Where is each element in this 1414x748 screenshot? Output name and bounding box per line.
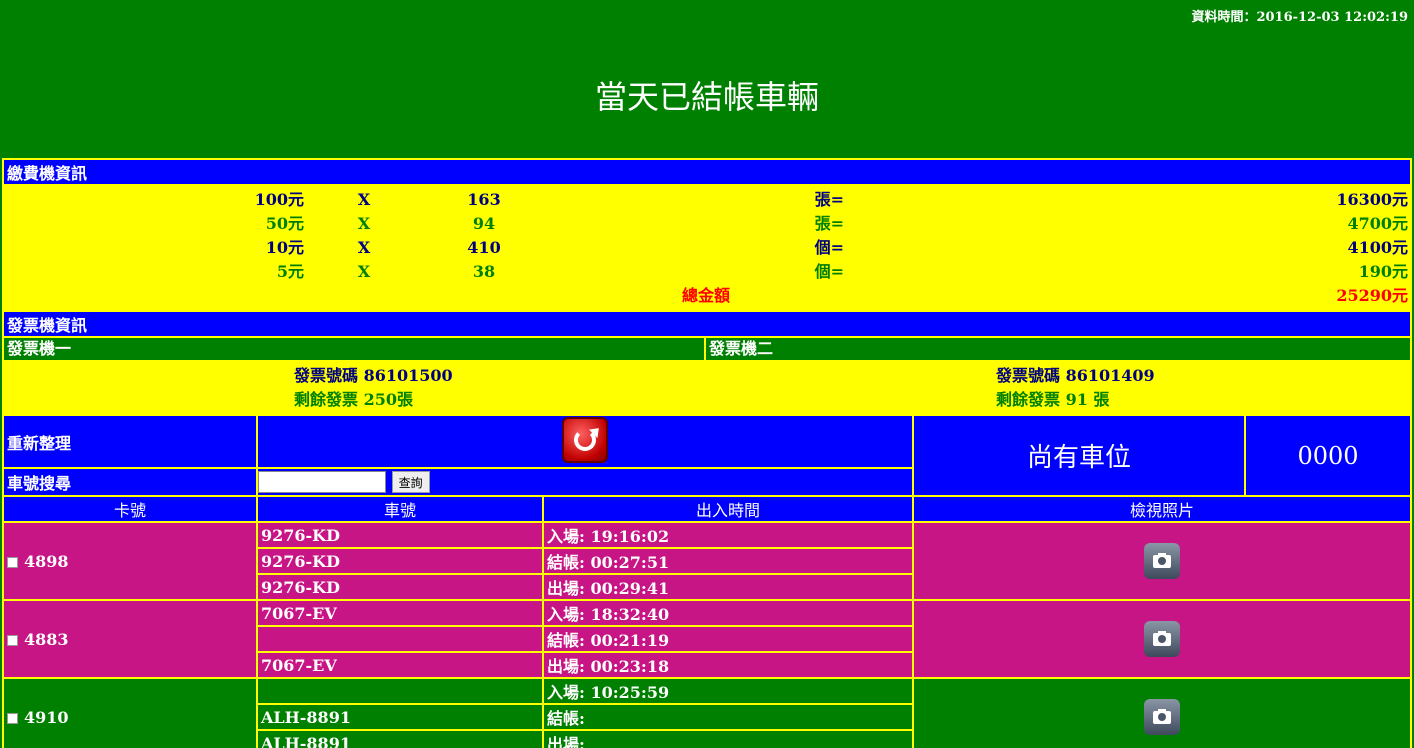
camera-icon[interactable] [1144,543,1181,579]
record-checkbox[interactable] [7,556,18,568]
payment-multiply-sign: X [357,262,371,281]
header-plate: 車號 [256,495,544,523]
ticket-machine-details: 發票號碼 86101500 發票號碼 86101409 剩餘發票 250張 剩餘… [1,360,1413,416]
payment-denomination: 10元 [265,238,304,257]
photo-cell [911,599,1413,679]
payment-multiply-sign: X [357,238,371,257]
data-timestamp: 資料時間：2016-12-03 12:02:19 [1191,10,1408,25]
refresh-label: 重新整理 [2,414,258,469]
payment-total-amount: 25290元 [1336,286,1408,305]
time-cell: 結帳: [542,703,914,731]
payment-unit: 張= [814,190,844,209]
refresh-cell [256,414,914,469]
page-title: 當天已結帳車輛 [594,78,819,116]
ticket-machine-names: 發票機一 發票機二 [1,336,1413,362]
payment-denomination: 100元 [254,190,304,209]
payment-count: 38 [472,262,496,281]
payment-amount: 4700元 [1347,214,1408,233]
payment-count: 94 [472,214,496,233]
camera-icon[interactable] [1144,621,1181,657]
payment-amount: 190元 [1358,262,1408,281]
time-cell: 出場: 00:29:41 [542,573,914,601]
ticket-machine-1-number: 發票號碼 86101500 [294,366,453,385]
plate-cell [256,625,544,653]
plate-search-cell: 查詢 [256,467,914,497]
main-table: 繳費機資訊 100元 X 163 張= 16300元 50元 X 94 張= 4700元 10元 X 4… [1,158,1413,748]
payment-amount: 4100元 [1347,238,1408,257]
payment-count: 410 [467,238,501,257]
payment-denomination: 50元 [265,214,304,233]
plate-cell: 7067-EV [256,651,544,679]
search-button[interactable]: 查詢 [391,471,430,493]
payment-multiply-sign: X [357,190,371,209]
payment-unit: 張= [814,214,844,233]
card-number: 4910 [24,707,69,727]
plate-search-label: 車號搜尋 [2,467,258,497]
time-cell: 出場: [542,729,914,748]
payment-unit: 個= [814,238,844,257]
header-time: 出入時間 [542,495,914,523]
table-row: 4910 入場: 10:25:59 [2,677,1413,748]
plate-cell: 9276-KD [256,547,544,575]
payment-multiply-sign: X [357,214,371,233]
table-row: 4898 9276-KD 入場: 19:16:02 [2,521,1413,601]
time-cell: 入場: 18:32:40 [542,599,914,627]
plate-cell: 7067-EV [256,599,544,627]
card-number-cell: 4910 [2,677,258,748]
ticket-machine-2-remaining: 剩餘發票 91 張 [996,390,1110,409]
time-cell: 入場: 19:16:02 [542,521,914,549]
available-spaces-label: 尚有車位 [912,414,1246,497]
card-number: 4883 [24,629,69,649]
ticket-machine-1-name: 發票機一 [5,339,706,359]
time-cell: 出場: 00:23:18 [542,651,914,679]
payment-total-label: 總金額 [681,286,730,305]
card-number-cell: 4898 [2,521,258,601]
payment-count: 163 [467,190,501,209]
time-cell: 結帳: 00:21:19 [542,625,914,653]
payment-summary: 100元 X 163 張= 16300元 50元 X 94 張= 4700元 10元 X 410 個= 41… [1,184,1413,312]
record-checkbox[interactable] [7,712,18,724]
payment-amount: 16300元 [1336,190,1408,209]
photo-cell [911,521,1413,601]
plate-cell: 9276-KD [256,521,544,549]
plate-cell: 9276-KD [256,573,544,601]
plate-cell [256,677,544,705]
plate-search-input[interactable] [259,471,386,493]
payment-denomination: 5元 [276,262,304,281]
ticket-section-header: 發票機資訊 [1,310,1413,338]
header-card-number: 卡號 [2,495,258,523]
payment-section-header: 繳費機資訊 [1,158,1413,186]
camera-icon[interactable] [1144,699,1181,735]
card-number-cell: 4883 [2,599,258,679]
payment-unit: 個= [814,262,844,281]
table-row: 4883 7067-EV 入場: 18:32:40 [2,599,1413,679]
refresh-icon[interactable] [562,417,608,463]
ticket-machine-2-name: 發票機二 [709,339,774,358]
record-checkbox[interactable] [7,634,18,646]
available-spaces-value: 0000 [1243,414,1413,497]
plate-cell: ALH-8891 [256,729,544,748]
time-cell: 結帳: 00:27:51 [542,547,914,575]
card-number: 4898 [24,551,69,571]
ticket-machine-2-number: 發票號碼 86101409 [996,366,1155,385]
plate-cell: ALH-8891 [256,703,544,731]
photo-cell [911,677,1413,748]
ticket-machine-1-remaining: 剩餘發票 250張 [294,390,413,409]
header-photo: 檢視照片 [911,495,1413,523]
time-cell: 入場: 10:25:59 [542,677,914,705]
